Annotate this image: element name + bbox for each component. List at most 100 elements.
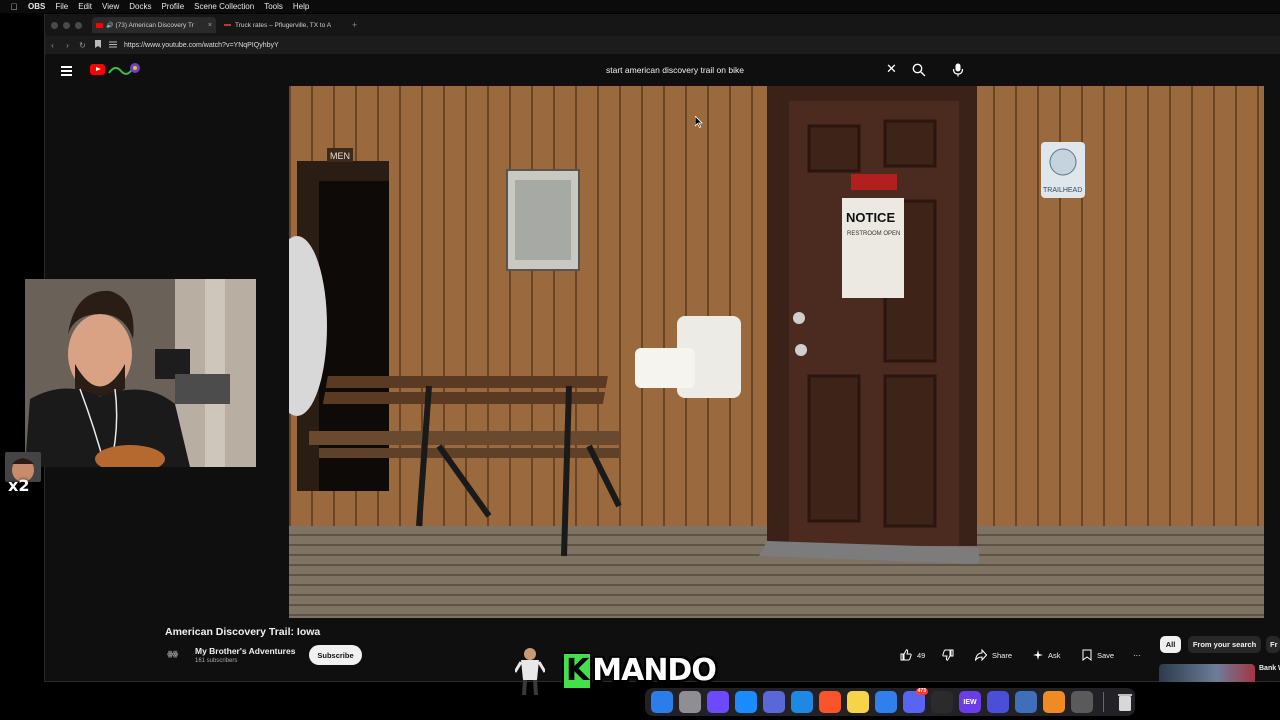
youtube-logo-icon[interactable] <box>90 64 105 75</box>
menu-scene-collection[interactable]: Scene Collection <box>194 2 254 11</box>
recommendation-thumbnail[interactable] <box>1159 664 1255 682</box>
save-icon <box>1082 649 1092 661</box>
reload-icon[interactable]: ↻ <box>75 41 90 50</box>
multiplier-label: x2 <box>8 476 30 495</box>
more-icon: ⋯ <box>1133 650 1141 660</box>
iew-icon[interactable]: IEW <box>959 691 981 713</box>
save-button[interactable]: Save <box>1082 645 1114 665</box>
microphone-icon[interactable] <box>952 63 964 77</box>
forward-icon[interactable]: › <box>60 41 75 50</box>
window-controls <box>51 21 82 29</box>
youtube-favicon-icon <box>96 22 103 28</box>
menu-tools[interactable]: Tools <box>264 2 283 11</box>
ask-label: Ask <box>1048 650 1061 660</box>
back-icon[interactable]: ‹ <box>45 41 60 50</box>
minimize-window-button[interactable] <box>63 21 70 29</box>
app-store-icon[interactable] <box>735 691 757 713</box>
recommendation-title[interactable]: Bank What <box>1259 664 1280 673</box>
trash-icon[interactable] <box>1114 691 1136 713</box>
thumbs-down-icon <box>942 649 954 661</box>
site-info-icon[interactable] <box>105 41 120 50</box>
vlc-icon[interactable] <box>1043 691 1065 713</box>
youtube-doodle-icon[interactable] <box>107 62 141 76</box>
mascot-icon <box>515 648 545 696</box>
apple-icon[interactable]:  <box>0 2 28 12</box>
system-settings-icon[interactable] <box>679 691 701 713</box>
menu-edit[interactable]: Edit <box>78 2 92 11</box>
tab-label: Truck rates – Pflugerville, TX to A <box>235 21 332 29</box>
utility-icon[interactable] <box>1071 691 1093 713</box>
dislike-button[interactable] <box>942 645 959 665</box>
ask-button[interactable]: Ask <box>1033 645 1061 665</box>
address-bar: ‹ › ↻ https://www.youtube.com/watch?v=YN… <box>45 36 1280 54</box>
like-button[interactable]: 49 <box>900 645 925 665</box>
brave-icon[interactable] <box>819 691 841 713</box>
video-frame: MEN NOTICE RESTROOM OPEN TRAILHEAD <box>289 86 1264 618</box>
sparkle-icon <box>1033 650 1043 660</box>
menu-app-name[interactable]: OBS <box>28 2 45 11</box>
menu-icon[interactable] <box>61 66 72 76</box>
bookmark-icon[interactable] <box>90 40 105 50</box>
notice-title: NOTICE <box>846 210 895 225</box>
kmando-k: K <box>562 652 593 690</box>
tab-youtube[interactable]: 🔊 (73) American Discovery Tr × <box>92 17 216 33</box>
clear-search-icon[interactable]: ✕ <box>886 61 897 77</box>
menu-help[interactable]: Help <box>293 2 309 11</box>
menu-view[interactable]: View <box>102 2 119 11</box>
chip-more[interactable]: Fr <box>1266 636 1280 653</box>
finder-2-icon[interactable] <box>1015 691 1037 713</box>
notice-subtitle: RESTROOM OPEN <box>847 231 900 237</box>
subscriber-count: 161 subscribers <box>195 658 238 664</box>
speaker-icon[interactable]: 🔊 <box>106 22 113 29</box>
new-tab-icon[interactable]: + <box>352 20 357 30</box>
mouse-cursor-icon <box>695 116 703 128</box>
launchpad-icon[interactable] <box>987 691 1009 713</box>
channel-avatar-icon[interactable]: ꙮꙮ <box>167 650 187 660</box>
men-sign-text: MEN <box>330 151 350 161</box>
zoom-window-button[interactable] <box>75 21 82 29</box>
menu-docks[interactable]: Docks <box>129 2 151 11</box>
save-label: Save <box>1097 650 1115 660</box>
arc-icon[interactable] <box>763 691 785 713</box>
video-player[interactable]: MEN NOTICE RESTROOM OPEN TRAILHEAD <box>289 86 1264 618</box>
menu-profile[interactable]: Profile <box>161 2 184 11</box>
notes-icon[interactable] <box>847 691 869 713</box>
mail-icon[interactable] <box>875 691 897 713</box>
share-label: Share <box>992 650 1013 660</box>
search-input[interactable]: start american discovery trail on bike <box>606 65 744 75</box>
tab-truck-rates[interactable]: Truck rates – Pflugerville, TX to A <box>220 17 344 33</box>
like-count: 49 <box>917 650 926 660</box>
more-actions-button[interactable]: ⋯ <box>1133 645 1141 665</box>
share-icon <box>975 649 987 661</box>
trailhead-text: TRAILHEAD <box>1043 187 1082 194</box>
dock-separator <box>1103 692 1104 712</box>
subscribe-button[interactable]: Subscribe <box>309 645 362 665</box>
chip-all[interactable]: All <box>1160 636 1181 653</box>
discord-icon[interactable]: 473 <box>903 688 928 713</box>
youtube-header: start american discovery trail on bike ✕ <box>45 54 1280 86</box>
tab-bar: 🔊 (73) American Discovery Tr × Truck rat… <box>45 14 1280 36</box>
safari-icon[interactable] <box>791 691 813 713</box>
finder-icon[interactable] <box>651 691 673 713</box>
kmando-logo: K MANDO <box>562 652 717 690</box>
menu-file[interactable]: File <box>55 2 68 11</box>
close-window-button[interactable] <box>51 21 58 29</box>
notification-badge: 473 <box>915 688 928 695</box>
menu-bar:  OBS File Edit View Docks Profile Scene… <box>0 0 1280 13</box>
share-button[interactable]: Share <box>975 645 1012 665</box>
chip-from-your-search[interactable]: From your search <box>1188 636 1261 653</box>
tab-label: (73) American Discovery Tr <box>115 21 194 29</box>
video-title: American Discovery Trail: Iowa <box>165 626 321 638</box>
dock-icon-text: IEW <box>963 698 977 706</box>
search-icon[interactable] <box>912 63 926 77</box>
channel-name[interactable]: My Brother's Adventures <box>195 646 295 656</box>
webcam-feed <box>25 279 256 467</box>
proton-icon[interactable] <box>707 691 729 713</box>
kmando-rest: MANDO <box>592 653 717 688</box>
close-tab-icon[interactable]: × <box>208 22 212 29</box>
dock: 473 IEW <box>645 688 1135 716</box>
url-field[interactable]: https://www.youtube.com/watch?v=YNqPIQyh… <box>124 42 279 49</box>
obs-icon[interactable] <box>931 691 953 713</box>
thumbs-up-icon <box>900 649 912 661</box>
site-favicon-icon <box>224 24 231 26</box>
